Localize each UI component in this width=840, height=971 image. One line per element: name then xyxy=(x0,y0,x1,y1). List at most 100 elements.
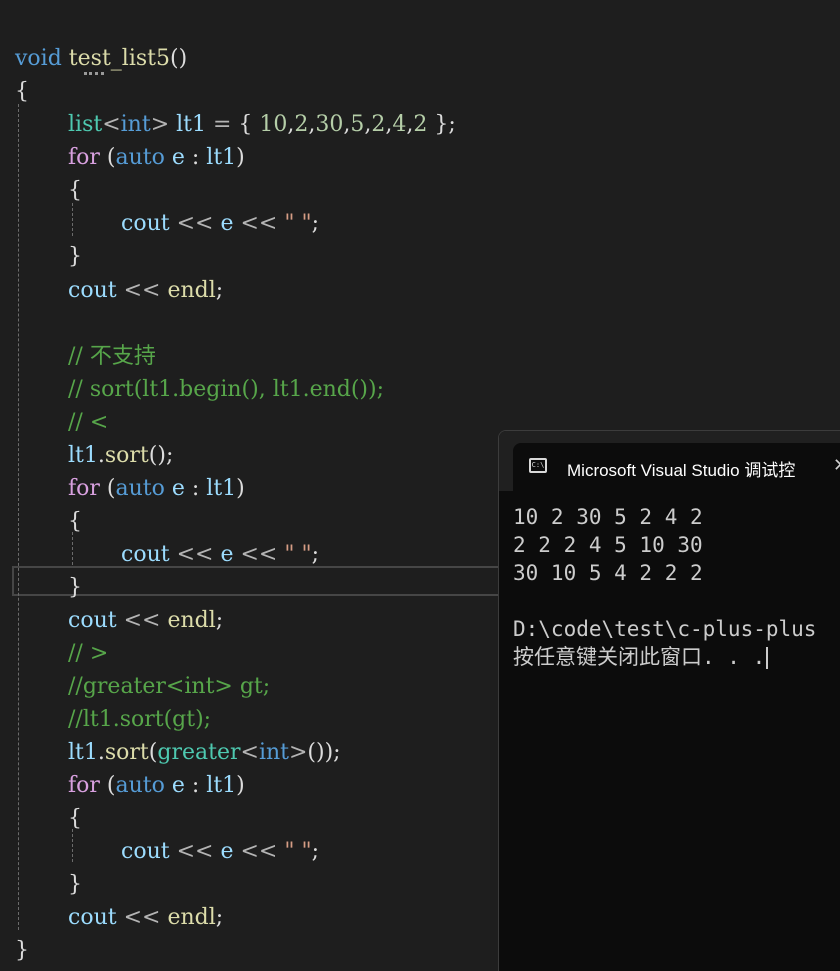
code-token: lt1 xyxy=(68,443,98,468)
code-token: " " xyxy=(284,839,312,864)
code-token: sort xyxy=(104,740,149,765)
code-token: cout xyxy=(121,211,170,236)
code-line: // 不支持 xyxy=(68,340,156,373)
code-token: 10 xyxy=(259,112,288,137)
code-token: auto xyxy=(115,773,165,798)
code-token: { xyxy=(68,806,82,831)
code-token: 30 xyxy=(315,112,344,137)
code-line: cout << endl; xyxy=(68,604,223,637)
code-line: } xyxy=(68,240,82,273)
code-token: () xyxy=(170,46,188,71)
code-line: void test_list5() xyxy=(15,42,187,75)
code-token: lt1 xyxy=(206,145,237,170)
terminal-icon: C:\ xyxy=(529,458,547,473)
code-line: for (auto e : lt1) xyxy=(68,472,245,505)
code-token: ) xyxy=(236,145,245,170)
code-token: e xyxy=(220,211,234,236)
code-line: //greater<int> gt; xyxy=(68,670,270,703)
code-token: cout xyxy=(121,542,170,567)
code-token: ; xyxy=(215,905,224,930)
code-token: : xyxy=(184,476,207,501)
code-token: cout xyxy=(68,905,117,930)
code-line: cout << endl; xyxy=(68,901,223,934)
code-token: for xyxy=(68,773,100,798)
code-token: (); xyxy=(148,443,174,468)
code-token: < xyxy=(240,740,259,765)
code-token: 4 xyxy=(392,112,407,137)
code-token: e xyxy=(220,542,234,567)
code-token: cout xyxy=(121,839,170,864)
console-tab[interactable]: C:\ Microsoft Visual Studio 调试控 ✕ xyxy=(513,443,840,491)
code-token: } xyxy=(15,938,29,963)
code-line: cout << e << " "; xyxy=(121,207,319,240)
code-token: 2 xyxy=(371,112,386,137)
code-token: : xyxy=(184,773,207,798)
code-token: endl xyxy=(167,278,216,303)
code-token: lt1 xyxy=(206,476,237,501)
code-token: << xyxy=(240,211,278,236)
code-token: int xyxy=(120,112,151,137)
code-token: " " xyxy=(284,542,312,567)
code-token: ) xyxy=(236,476,245,501)
console-line-prompt: 按任意键关闭此窗口. . . xyxy=(513,643,840,671)
code-token: ; xyxy=(311,542,320,567)
code-token: ) xyxy=(236,773,245,798)
code-token: endl xyxy=(167,608,216,633)
console-output[interactable]: 10 2 30 5 2 4 2 2 2 2 4 5 10 30 30 10 5 … xyxy=(513,503,840,671)
code-token: lt1 xyxy=(206,773,237,798)
code-token: 5 xyxy=(350,112,365,137)
debug-console-window[interactable]: C:\ Microsoft Visual Studio 调试控 ✕ 10 2 3… xyxy=(498,430,840,971)
code-token: cout xyxy=(68,608,117,633)
code-token: list xyxy=(68,112,103,137)
console-line: 30 10 5 4 2 2 2 xyxy=(513,561,703,585)
code-line: cout << endl; xyxy=(68,274,223,307)
code-line: list<int> lt1 = { 10,2,30,5,2,4,2 }; xyxy=(68,108,456,141)
code-token: . xyxy=(97,443,105,468)
console-title: Microsoft Visual Studio 调试控 xyxy=(567,461,796,480)
code-token: 2 xyxy=(294,112,309,137)
code-line: { xyxy=(68,505,82,538)
code-token: { xyxy=(68,509,82,534)
code-token: ; xyxy=(311,839,320,864)
code-token: << xyxy=(123,608,161,633)
code-token: test_list5 xyxy=(68,46,170,71)
code-token: < xyxy=(102,112,121,137)
code-token: = xyxy=(213,112,232,137)
code-line: for (auto e : lt1) xyxy=(68,141,245,174)
code-line: } xyxy=(15,934,29,967)
close-icon[interactable]: ✕ xyxy=(833,455,840,476)
code-token: e xyxy=(171,476,185,501)
console-line: 2 2 2 4 5 10 30 xyxy=(513,533,703,557)
code-token: //lt1.sort(gt); xyxy=(68,707,212,732)
code-token: // < xyxy=(68,410,109,435)
code-token: int xyxy=(258,740,289,765)
code-token: } xyxy=(68,575,82,600)
code-token: ( xyxy=(99,476,116,501)
code-token: auto xyxy=(115,476,165,501)
code-token: } xyxy=(68,244,82,269)
code-token: } xyxy=(68,872,82,897)
text-cursor xyxy=(766,647,769,669)
code-token: e xyxy=(171,145,185,170)
code-token: << xyxy=(123,278,161,303)
code-line: } xyxy=(68,571,82,604)
code-token: endl xyxy=(167,905,216,930)
code-line: { xyxy=(68,174,82,207)
code-token: }; xyxy=(427,112,456,137)
code-token: // > xyxy=(68,641,109,666)
console-titlebar[interactable]: C:\ Microsoft Visual Studio 调试控 ✕ xyxy=(499,431,840,491)
code-token: sort xyxy=(104,443,149,468)
code-line: //lt1.sort(gt); xyxy=(68,703,211,736)
code-token: greater xyxy=(157,740,241,765)
console-prompt-text: 按任意键关闭此窗口. . . xyxy=(513,645,766,669)
code-token: . xyxy=(97,740,105,765)
code-token: // 不支持 xyxy=(68,344,156,369)
code-token: e xyxy=(171,773,185,798)
code-token: ; xyxy=(311,211,320,236)
code-token: { xyxy=(15,79,29,104)
